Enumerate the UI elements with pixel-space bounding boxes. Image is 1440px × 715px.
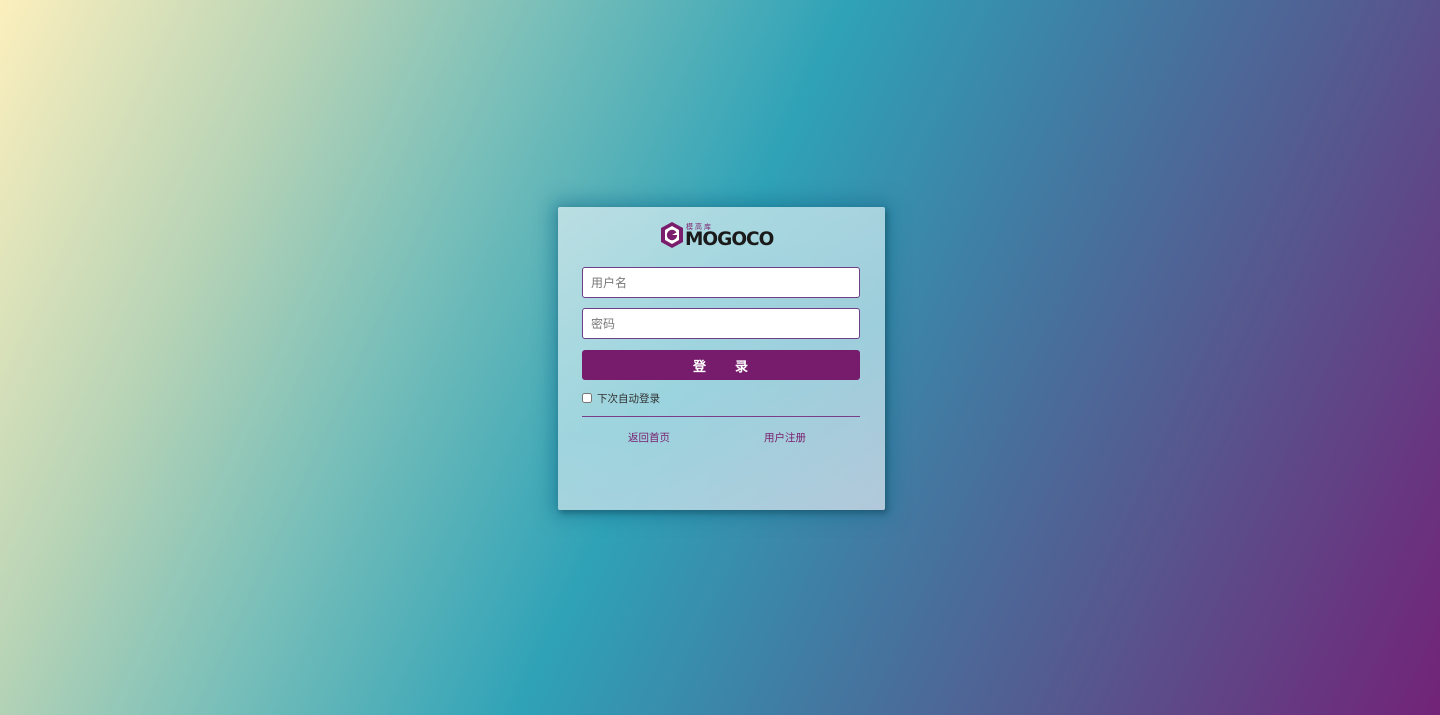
logo-hexagon-icon — [661, 222, 683, 248]
remember-me[interactable]: 下次自动登录 — [582, 390, 660, 406]
login-card: 模高库 MOGOCO 登 录 下次自动登录 返回首页 用户注册 — [558, 207, 885, 510]
login-page: { "logo": { "small_text": "模高库", "word":… — [0, 0, 1440, 715]
login-button[interactable]: 登 录 — [582, 350, 860, 380]
password-input[interactable] — [582, 308, 860, 339]
remember-me-label: 下次自动登录 — [597, 392, 660, 405]
divider — [582, 416, 860, 417]
register-link[interactable]: 用户注册 — [764, 430, 806, 445]
username-input[interactable] — [582, 267, 860, 298]
logo-wordmark: MOGOCO — [685, 229, 774, 250]
logo: 模高库 MOGOCO — [660, 221, 774, 251]
remember-me-checkbox[interactable] — [582, 393, 592, 403]
back-to-home-link[interactable]: 返回首页 — [628, 430, 670, 445]
